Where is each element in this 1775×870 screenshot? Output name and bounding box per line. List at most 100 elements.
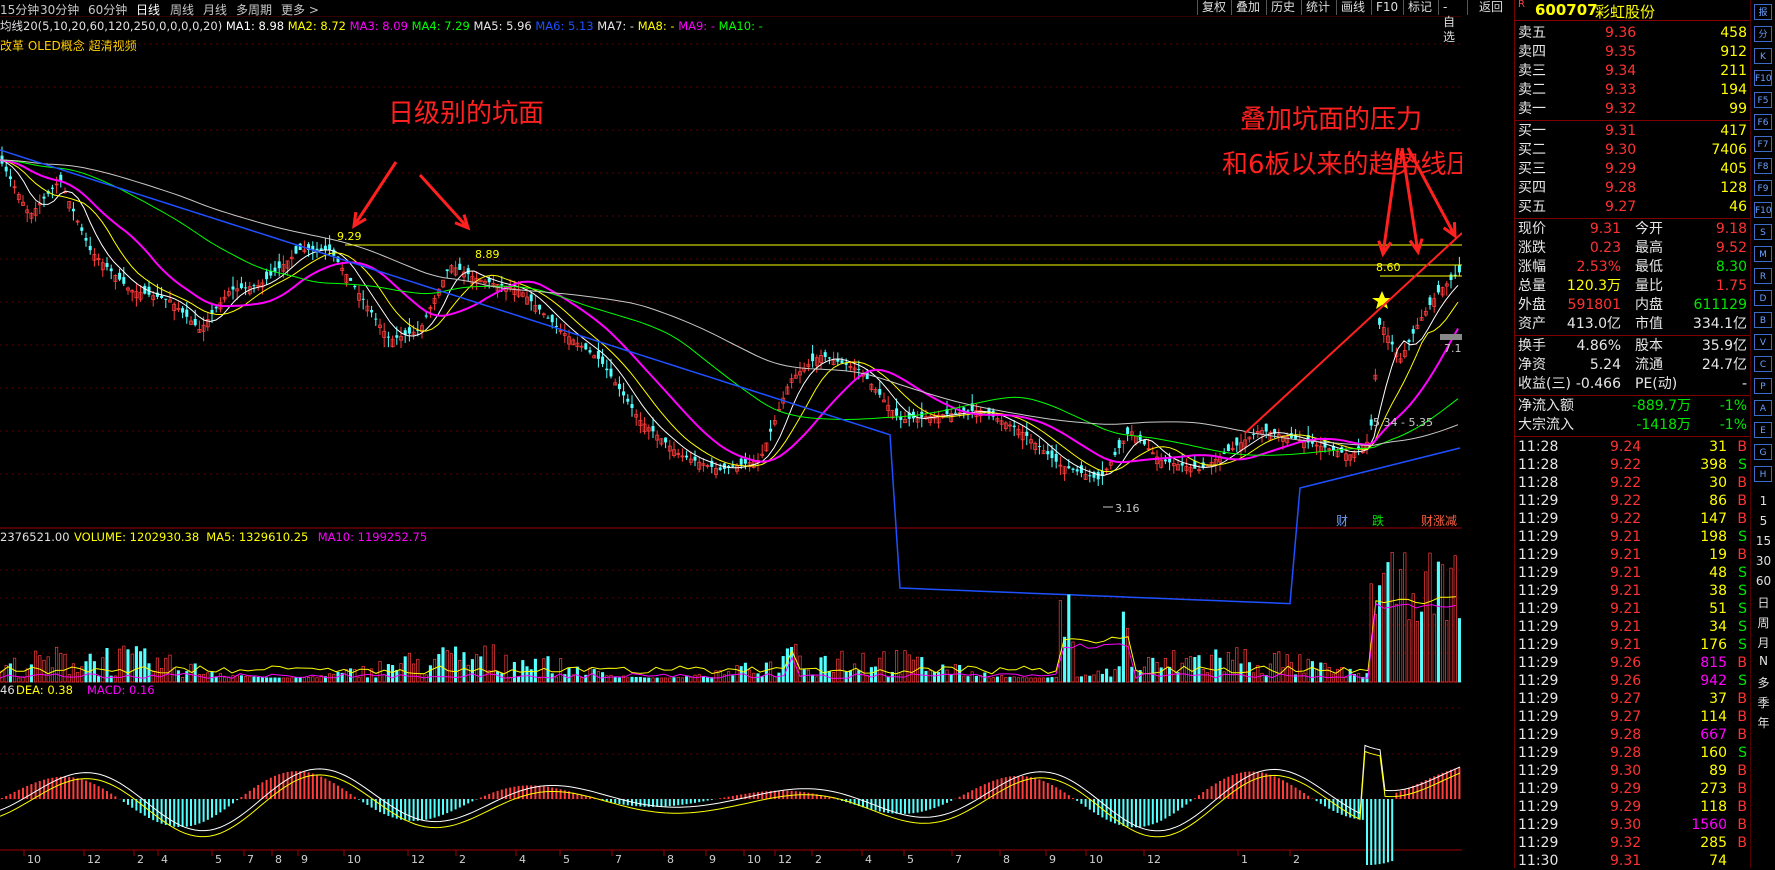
volume-bar xyxy=(433,658,437,683)
volume-bar xyxy=(1025,677,1029,683)
flow-label: 大宗流入 xyxy=(1518,417,1574,433)
volume-bar xyxy=(945,669,949,683)
ask-label: 卖二 xyxy=(1518,82,1546,98)
side-tool-icon[interactable]: S xyxy=(1754,224,1772,240)
volume-bar xyxy=(1323,662,1327,683)
side-period-30[interactable]: 30 xyxy=(1751,554,1775,568)
quote-label: 涨跌 xyxy=(1518,240,1546,256)
quote-row: 现价 9.31 今开 9.18 xyxy=(1515,220,1751,239)
side-tool-icon[interactable]: H xyxy=(1754,466,1772,482)
candle-body xyxy=(1407,339,1411,342)
volume-bar xyxy=(1067,594,1071,683)
macd-item-1: MACD: 0.16 xyxy=(87,683,155,697)
candle-body xyxy=(1037,446,1041,448)
trade-volume: 815 xyxy=(1700,655,1727,671)
candle-body xyxy=(319,248,323,250)
fund-value: 4.86% xyxy=(1576,338,1621,354)
side-period-60[interactable]: 60 xyxy=(1751,574,1775,588)
candle-body xyxy=(1193,460,1197,469)
volume-bar xyxy=(1390,551,1394,683)
side-tool-icon[interactable]: P xyxy=(1754,378,1772,394)
side-tool-icon[interactable]: F8 xyxy=(1754,158,1772,174)
side-period-1[interactable]: 1 xyxy=(1751,494,1775,508)
side-period-5[interactable]: 5 xyxy=(1751,514,1775,528)
volume-bar xyxy=(1327,666,1331,683)
side-tool-icon[interactable]: F9 xyxy=(1754,180,1772,196)
volume-bar xyxy=(1310,661,1314,683)
side-tool-icon[interactable]: 分 xyxy=(1754,26,1772,42)
volume-bar xyxy=(1231,659,1235,683)
side-tool-icon[interactable]: V xyxy=(1754,334,1772,350)
side-tool-icon[interactable]: F10 xyxy=(1754,202,1772,218)
side-period-日[interactable]: 日 xyxy=(1751,594,1775,611)
volume-bar xyxy=(962,675,966,683)
volume-bar xyxy=(126,649,130,683)
stock-name: 彩虹股份 xyxy=(1595,3,1656,21)
volume-bar xyxy=(1243,648,1247,683)
candle-body xyxy=(1428,297,1432,305)
chart-area[interactable]: 15分钟 30分钟 60分钟 日线 周线 月线 多周期 更多 > 复权 叠加 历… xyxy=(0,0,1462,868)
side-tool-icon[interactable]: F7 xyxy=(1754,136,1772,152)
volume-bar xyxy=(357,676,361,683)
axis-gutter xyxy=(1467,0,1514,868)
candle-body xyxy=(407,327,411,334)
volume-bar xyxy=(638,676,642,683)
candle-body xyxy=(1436,284,1440,293)
trade-price: 9.31 xyxy=(1610,853,1642,869)
side-period-月[interactable]: 月 xyxy=(1751,634,1775,651)
side-tool-icon[interactable]: F10 xyxy=(1754,70,1772,86)
side-period-年[interactable]: 年 xyxy=(1751,714,1775,731)
side-tool-icon[interactable]: K xyxy=(1754,48,1772,64)
volume-bar xyxy=(1289,662,1293,683)
trade-side: B xyxy=(1737,547,1747,563)
side-tool-icon[interactable]: G xyxy=(1754,444,1772,460)
candle-body xyxy=(1235,437,1239,446)
candle-body xyxy=(109,268,113,272)
quote-label: 涨幅 xyxy=(1518,259,1546,275)
kline-canvas[interactable]: 14.0013.0012.0011.0010.009.008.007.006.0… xyxy=(0,0,1462,868)
trade-side: B xyxy=(1737,781,1747,797)
ask-price: 9.33 xyxy=(1605,82,1637,98)
trade-volume: 89 xyxy=(1709,763,1727,779)
side-period-多[interactable]: 多 xyxy=(1751,674,1775,691)
trade-price: 9.22 xyxy=(1610,457,1642,473)
fund-value: -0.466 xyxy=(1575,376,1621,392)
side-period-周[interactable]: 周 xyxy=(1751,614,1775,631)
side-tool-icon[interactable]: F6 xyxy=(1754,114,1772,130)
trade-price: 9.26 xyxy=(1610,673,1642,689)
side-tool-icon[interactable]: R xyxy=(1754,268,1772,284)
side-period-N[interactable]: N xyxy=(1751,654,1775,668)
volume-bar xyxy=(1386,562,1390,683)
flow-row: 净流入额 -889.7万 -1% xyxy=(1515,397,1751,416)
side-period-15[interactable]: 15 xyxy=(1751,534,1775,548)
volume-bar xyxy=(407,652,411,683)
fund-row: 收益(三) -0.466 PE(动) - xyxy=(1515,375,1751,394)
candle-body xyxy=(42,196,46,199)
candle-body xyxy=(1067,466,1071,469)
side-tool-icon[interactable]: 报 xyxy=(1754,4,1772,20)
candle-body xyxy=(88,245,92,251)
volume-bar xyxy=(113,675,117,683)
volume-bar xyxy=(580,677,584,683)
side-tool-icon[interactable]: F5 xyxy=(1754,92,1772,108)
volume-bar xyxy=(697,674,701,683)
volume-bar xyxy=(1033,677,1037,683)
month-label: 7 xyxy=(615,853,622,866)
bid-volume: 46 xyxy=(1729,199,1747,215)
candle-body xyxy=(811,353,815,362)
trade-volume: 942 xyxy=(1700,673,1727,689)
side-tool-icon[interactable]: B xyxy=(1754,312,1772,328)
side-tool-icon[interactable]: A xyxy=(1754,400,1772,416)
month-label: 4 xyxy=(519,853,526,866)
quote-row: 资产 413.0亿 市值 334.1亿 xyxy=(1515,315,1751,334)
return-button[interactable]: 返回 xyxy=(1467,0,1514,15)
side-tool-icon[interactable]: C xyxy=(1754,356,1772,372)
side-period-季[interactable]: 季 xyxy=(1751,694,1775,711)
side-tool-icon[interactable]: D xyxy=(1754,290,1772,306)
side-tool-icon[interactable]: M xyxy=(1754,246,1772,262)
ask-price: 9.32 xyxy=(1605,101,1637,117)
volume-bar xyxy=(218,673,222,683)
side-tool-icon[interactable]: E xyxy=(1754,422,1772,438)
candle-body xyxy=(1113,451,1117,455)
volume-bar xyxy=(937,672,941,683)
